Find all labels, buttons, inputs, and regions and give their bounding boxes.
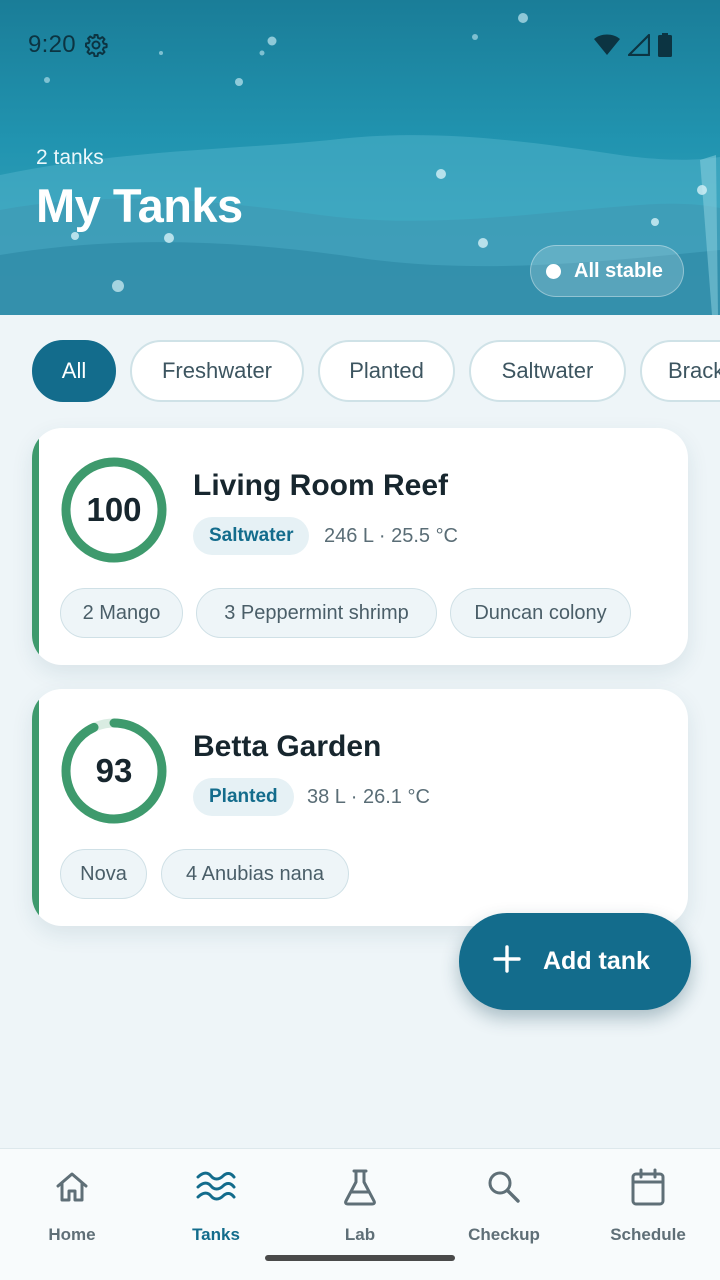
- nav-item-tanks[interactable]: Tanks: [144, 1167, 288, 1247]
- nav-label: Checkup: [468, 1225, 540, 1244]
- tank-name: Living Room Reef: [193, 469, 449, 502]
- home-icon: [54, 1167, 90, 1207]
- wifi-icon: [594, 34, 620, 61]
- status-dot: [546, 263, 561, 279]
- waves-icon: [196, 1167, 236, 1207]
- status-badge-label: All stable: [574, 259, 663, 282]
- tank-meta: 246 L · 25.5 °C: [324, 525, 459, 547]
- nav-label: Home: [48, 1225, 96, 1244]
- health-score-ring: 100: [58, 454, 170, 566]
- livestock-tag: 3 Peppermint shrimp: [196, 588, 437, 638]
- nav-item-home[interactable]: Home: [0, 1167, 144, 1247]
- filter-chip-freshwater[interactable]: Freshwater: [130, 340, 304, 402]
- filter-chip-all[interactable]: All: [32, 340, 116, 402]
- battery-icon: [658, 33, 672, 62]
- tank-card[interactable]: 93 Betta Garden Planted 38 L · 26.1 °C N…: [32, 689, 688, 926]
- nav-item-lab[interactable]: Lab: [288, 1167, 432, 1247]
- nav-item-checkup[interactable]: Checkup: [432, 1167, 576, 1247]
- filter-chip-planted[interactable]: Planted: [318, 340, 455, 402]
- gear-icon: [84, 33, 108, 62]
- cellular-signal-icon: [627, 33, 651, 61]
- status-bar: 9:20: [0, 0, 720, 90]
- page-title: My Tanks: [36, 179, 243, 232]
- tank-card[interactable]: 100 Living Room Reef Saltwater 246 L · 2…: [32, 428, 688, 665]
- livestock-tag: 4 Anubias nana: [161, 849, 349, 899]
- tank-type-badge: Planted: [193, 778, 294, 816]
- nav-item-schedule[interactable]: Schedule: [576, 1167, 720, 1247]
- flask-icon: [342, 1167, 378, 1207]
- tank-meta: 38 L · 26.1 °C: [307, 786, 430, 808]
- filter-chip-saltwater[interactable]: Saltwater: [469, 340, 626, 402]
- livestock-tag: 2 Mango: [60, 588, 183, 638]
- search-icon: [486, 1167, 522, 1207]
- filter-chip-brackish[interactable]: Brackish: [640, 340, 720, 402]
- tank-count: 2 tanks: [36, 146, 104, 169]
- card-accent: [32, 428, 39, 665]
- nav-label: Lab: [344, 1225, 376, 1244]
- home-indicator[interactable]: [265, 1255, 455, 1261]
- livestock-tag: Nova: [60, 849, 147, 899]
- status-badge[interactable]: All stable: [530, 245, 684, 297]
- tank-name: Betta Garden: [193, 730, 382, 763]
- health-score: 93: [95, 752, 133, 789]
- nav-label: Schedule: [610, 1225, 686, 1244]
- header-banner: 9:20 2 tanks My Tanks All stable: [0, 0, 720, 315]
- status-time: 9:20: [28, 31, 76, 58]
- add-tank-label: Add tank: [543, 947, 650, 975]
- tank-type-badge: Saltwater: [193, 517, 310, 555]
- health-score-ring: 93: [58, 715, 170, 827]
- card-accent: [32, 689, 39, 926]
- health-score: 100: [86, 491, 142, 528]
- livestock-tag: Duncan colony: [450, 588, 631, 638]
- nav-label: Tanks: [192, 1225, 240, 1244]
- plus-icon: [493, 945, 521, 978]
- filter-chips: All Freshwater Planted Saltwater Brackis…: [0, 340, 720, 404]
- calendar-icon: [630, 1167, 666, 1207]
- add-tank-button[interactable]: Add tank: [459, 913, 691, 1010]
